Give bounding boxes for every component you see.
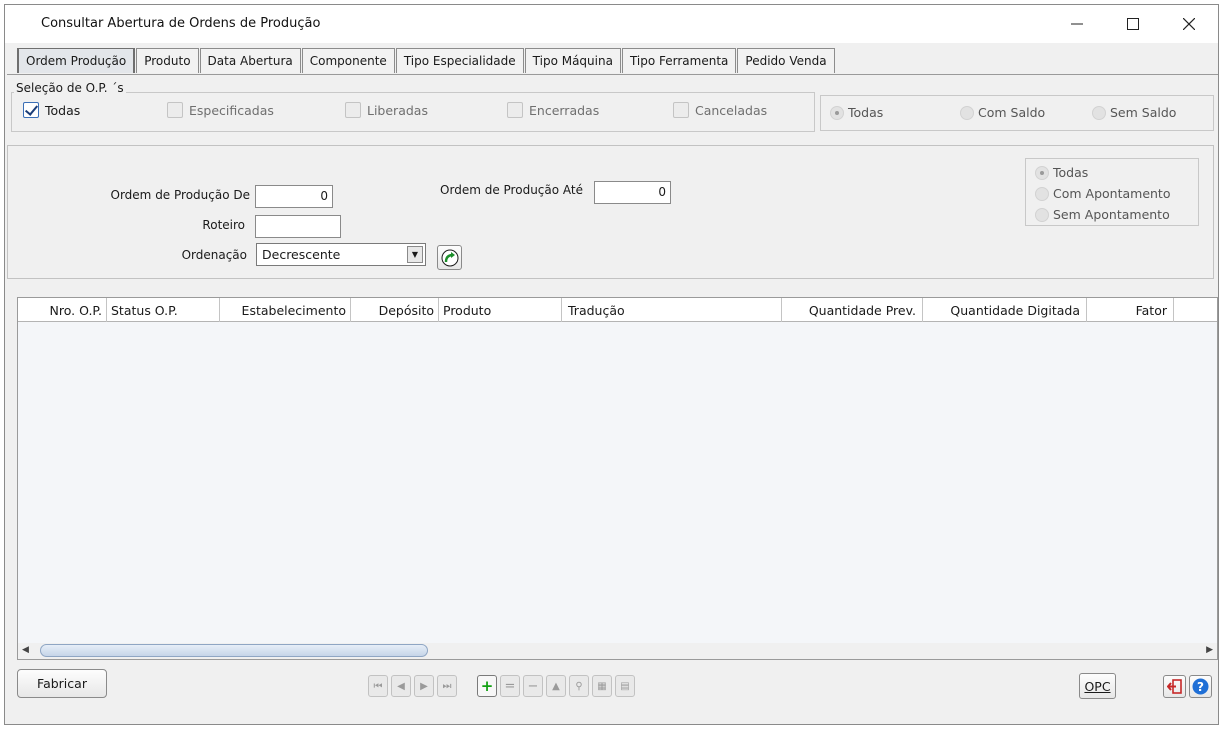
col-produto[interactable]: Produto: [439, 298, 562, 322]
op-de-input[interactable]: 0: [255, 185, 333, 208]
scrollbar-thumb[interactable]: [40, 644, 428, 657]
op-ate-input[interactable]: 0: [594, 181, 671, 204]
maximize-icon: [1127, 18, 1139, 30]
radio-sem-saldo-label: Sem Saldo: [1110, 105, 1177, 120]
radio-unselected-icon: [1092, 105, 1106, 120]
ordenacao-select[interactable]: Decrescente ▼: [256, 243, 426, 266]
roteiro-label: Roteiro: [202, 218, 245, 232]
checkbox-canceladas-label: Canceladas: [695, 102, 768, 118]
radio-unselected-icon: [1035, 207, 1049, 222]
last-icon[interactable]: ⏭: [437, 675, 457, 697]
radio-sem-saldo[interactable]: Sem Saldo: [1092, 105, 1176, 120]
col-traducao[interactable]: Tradução: [562, 298, 782, 322]
maximize-button[interactable]: [1106, 5, 1160, 43]
radio-apont-todas-label: Todas: [1053, 165, 1089, 180]
svg-text:?: ?: [1197, 680, 1204, 694]
add-icon[interactable]: +: [477, 675, 497, 697]
checkbox-unchecked-icon: [673, 102, 689, 118]
results-grid[interactable]: Nro. O.P. Status O.P. Estabelecimento De…: [17, 297, 1218, 660]
op-ate-label: Ordem de Produção Até: [440, 183, 583, 197]
selection-group-label: Seleção de O.P. ´s: [14, 81, 126, 95]
exit-button[interactable]: [1163, 675, 1186, 698]
checkbox-todas-label: Todas: [45, 102, 81, 118]
col-fator[interactable]: Fator: [1087, 298, 1174, 322]
fabricar-button[interactable]: Fabricar: [17, 669, 107, 698]
tab-produto[interactable]: Produto: [136, 48, 199, 73]
tab-tipo-ferramenta[interactable]: Tipo Ferramenta: [621, 48, 737, 73]
first-icon[interactable]: ⏮: [368, 675, 388, 697]
ordenacao-selected-value: Decrescente: [262, 247, 341, 262]
col-quantidade-prev[interactable]: Quantidade Prev.: [782, 298, 923, 322]
export-icon[interactable]: ▤: [615, 675, 635, 697]
radio-com-saldo[interactable]: Com Saldo: [960, 105, 1045, 120]
ordenacao-label: Ordenação: [181, 248, 247, 262]
checkbox-encerradas-label: Encerradas: [529, 102, 600, 118]
scroll-right-icon[interactable]: ▶: [1206, 645, 1213, 655]
window-title: Consultar Abertura de Ordens de Produção: [41, 16, 321, 31]
radio-sem-apontamento-label: Sem Apontamento: [1053, 207, 1170, 222]
checkbox-especificadas-label: Especificadas: [189, 102, 274, 118]
help-button[interactable]: ?: [1189, 675, 1212, 698]
radio-saldo-todas-label: Todas: [848, 105, 884, 120]
remove-icon[interactable]: −: [523, 675, 543, 697]
exit-icon: [1167, 679, 1182, 694]
main-window: Consultar Abertura de Ordens de Produção…: [4, 4, 1219, 725]
checkbox-checked-icon: [23, 102, 39, 118]
checkbox-unchecked-icon: [345, 102, 361, 118]
equal-icon[interactable]: =: [500, 675, 520, 697]
checkbox-especificadas[interactable]: Especificadas: [167, 102, 274, 118]
checkbox-canceladas[interactable]: Canceladas: [673, 102, 767, 118]
tab-tipo-maquina[interactable]: Tipo Máquina: [524, 48, 621, 73]
col-quantidade-digitada[interactable]: Quantidade Digitada: [923, 298, 1087, 322]
grid-header: Nro. O.P. Status O.P. Estabelecimento De…: [18, 298, 1217, 322]
help-icon: ?: [1192, 678, 1209, 695]
title-bar: Consultar Abertura de Ordens de Produção: [5, 5, 1218, 43]
execute-button[interactable]: [437, 245, 462, 270]
tab-ordem-producao[interactable]: Ordem Produção: [17, 48, 136, 73]
up-icon[interactable]: ▲: [546, 675, 566, 697]
chevron-down-icon[interactable]: ▼: [407, 246, 423, 263]
next-icon[interactable]: ▶: [414, 675, 434, 697]
radio-com-apontamento[interactable]: Com Apontamento: [1035, 186, 1170, 201]
col-status-op[interactable]: Status O.P.: [107, 298, 220, 322]
col-nro-op[interactable]: Nro. O.P.: [18, 298, 107, 322]
close-icon: [1183, 18, 1195, 30]
tab-divider: [7, 74, 1218, 75]
tab-componente[interactable]: Componente: [301, 48, 395, 73]
checkbox-unchecked-icon: [507, 102, 523, 118]
close-button[interactable]: [1162, 5, 1216, 43]
prev-icon[interactable]: ◀: [391, 675, 411, 697]
tab-pedido-venda[interactable]: Pedido Venda: [737, 48, 835, 73]
scroll-left-icon[interactable]: ◀: [22, 645, 29, 655]
minimize-button[interactable]: [1050, 5, 1104, 43]
radio-saldo-todas[interactable]: Todas: [830, 105, 883, 120]
checkbox-liberadas[interactable]: Liberadas: [345, 102, 428, 118]
radio-apont-todas[interactable]: Todas: [1035, 165, 1088, 180]
checkbox-unchecked-icon: [167, 102, 183, 118]
checkbox-todas[interactable]: Todas: [23, 102, 80, 118]
tab-bar: Ordem Produção Produto Data Abertura Com…: [17, 48, 836, 75]
roteiro-input[interactable]: [255, 215, 341, 238]
search-icon[interactable]: ⚲: [569, 675, 589, 697]
radio-sem-apontamento[interactable]: Sem Apontamento: [1035, 207, 1170, 222]
minimize-icon: [1071, 23, 1083, 25]
horizontal-scrollbar[interactable]: ◀ ▶: [18, 643, 1217, 659]
checkbox-encerradas[interactable]: Encerradas: [507, 102, 599, 118]
col-deposito[interactable]: Depósito: [351, 298, 439, 322]
refresh-arrow-icon: [441, 249, 458, 266]
checkbox-liberadas-label: Liberadas: [367, 102, 428, 118]
radio-unselected-icon: [960, 105, 974, 120]
radio-com-saldo-label: Com Saldo: [978, 105, 1046, 120]
radio-selected-icon: [830, 105, 844, 120]
opc-button[interactable]: OPC: [1079, 673, 1116, 699]
radio-selected-icon: [1035, 165, 1049, 180]
radio-com-apontamento-label: Com Apontamento: [1053, 186, 1171, 201]
tab-tipo-especialidade[interactable]: Tipo Especialidade: [395, 48, 524, 73]
op-de-label: Ordem de Produção De: [110, 188, 250, 202]
tab-data-abertura[interactable]: Data Abertura: [199, 48, 301, 73]
col-estabelecimento[interactable]: Estabelecimento: [220, 298, 351, 322]
table-icon[interactable]: ▦: [592, 675, 612, 697]
radio-unselected-icon: [1035, 186, 1049, 201]
